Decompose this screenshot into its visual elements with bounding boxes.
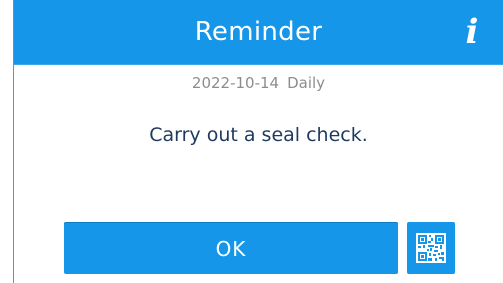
ok-button[interactable]: OK xyxy=(64,222,398,274)
reminder-message: Carry out a seal check. xyxy=(149,124,368,146)
reminder-frequency: Daily xyxy=(287,74,326,92)
info-icon: i xyxy=(465,12,479,52)
dialog-header: Reminder i xyxy=(14,0,503,65)
info-button[interactable]: i xyxy=(454,10,490,54)
qr-code-icon xyxy=(416,233,446,263)
dialog-title: Reminder xyxy=(194,17,323,47)
qr-code-button[interactable] xyxy=(407,222,455,274)
reminder-date: 2022-10-14 xyxy=(191,74,280,92)
reminder-meta: 2022-10-14 Daily xyxy=(14,74,503,92)
reminder-dialog: Reminder i 2022-10-14 Daily Carry out a s… xyxy=(0,0,503,283)
